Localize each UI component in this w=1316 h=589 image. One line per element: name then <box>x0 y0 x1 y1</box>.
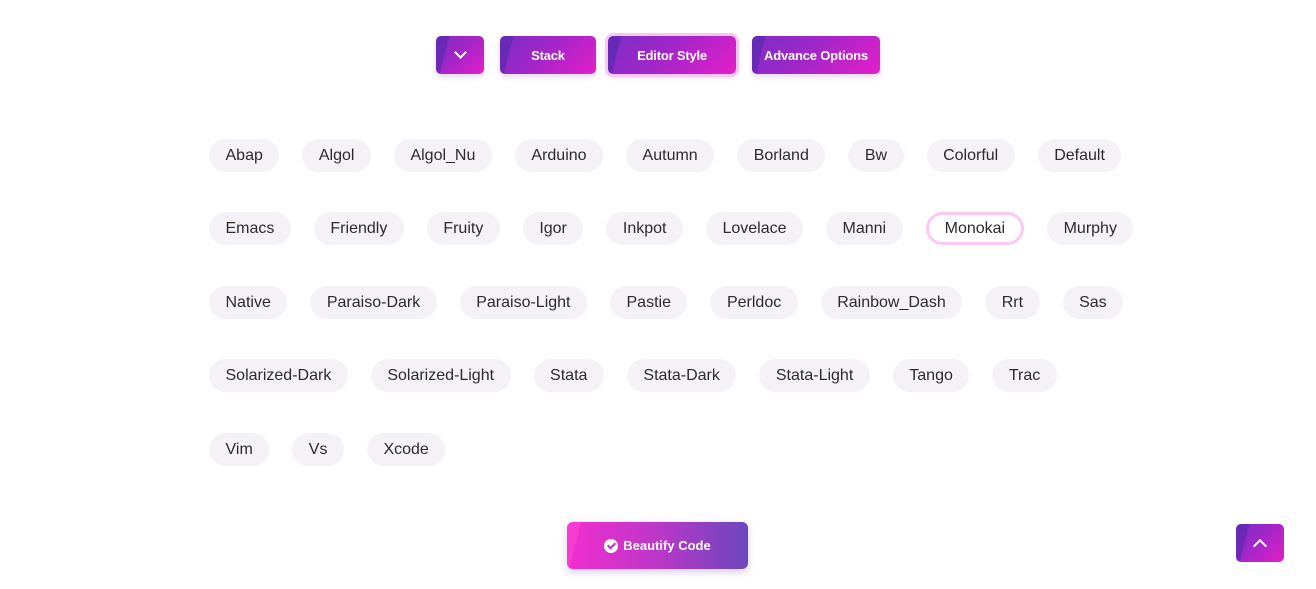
style-chip-stata[interactable]: Stata <box>533 359 604 393</box>
style-chip-pastie[interactable]: Pastie <box>610 285 688 319</box>
style-chip-stata-light[interactable]: Stata-Light <box>759 359 870 393</box>
editor-style-button-label: Editor Style <box>637 47 707 63</box>
stack-button-label: Stack <box>531 47 565 63</box>
style-chip-algol[interactable]: Algol <box>302 139 371 172</box>
style-chip-row: Native Paraiso-Dark Paraiso-Light Pastie Per… <box>209 285 1149 319</box>
style-chip-sas[interactable]: Sas <box>1062 285 1124 319</box>
beautify-code-label: Beautify Code <box>623 538 711 553</box>
scroll-to-top-button[interactable] <box>1236 524 1284 562</box>
style-chip-vs[interactable]: Vs <box>292 432 344 466</box>
chevron-up-icon <box>1252 538 1268 553</box>
style-chip-vim[interactable]: Vim <box>209 432 270 466</box>
style-chip-paraiso-light[interactable]: Paraiso-Light <box>459 285 587 319</box>
style-chip-row: Solarized-Dark Solarized-Light Stata Stata-… <box>209 359 1149 393</box>
style-chip-murphy[interactable]: Murphy <box>1047 212 1134 246</box>
style-chip-lovelace[interactable]: Lovelace <box>705 212 804 246</box>
editor-style-button[interactable]: Editor Style <box>605 33 739 77</box>
style-chip-inkpot[interactable]: Inkpot <box>606 212 683 246</box>
style-chip-paraiso-dark[interactable]: Paraiso-Dark <box>310 285 437 319</box>
style-chip-colorful[interactable]: Colorful <box>926 139 1015 172</box>
style-chip-abap[interactable]: Abap <box>209 139 280 172</box>
style-chip-emacs[interactable]: Emacs <box>209 212 291 246</box>
style-chip-xcode[interactable]: Xcode <box>366 432 446 466</box>
style-chip-native[interactable]: Native <box>209 285 288 319</box>
style-chip-monokai[interactable]: Monokai <box>925 212 1025 246</box>
style-chip-friendly[interactable]: Friendly <box>313 212 404 246</box>
style-chip-tango[interactable]: Tango <box>892 359 970 393</box>
check-circle-icon <box>604 538 619 553</box>
style-chip-trac[interactable]: Trac <box>992 359 1057 393</box>
style-chip-rainbow-dash[interactable]: Rainbow_Dash <box>820 285 963 319</box>
style-chip-fruity[interactable]: Fruity <box>426 212 500 246</box>
page: Stack Editor Style Advance Options Abap A… <box>0 0 1316 589</box>
chevron-down-icon <box>453 46 467 59</box>
editor-style-list: Abap Algol Algol_Nu Arduino Autumn Borland Bw C… <box>209 139 1149 506</box>
style-chip-stata-dark[interactable]: Stata-Dark <box>626 359 737 393</box>
style-chip-borland[interactable]: Borland <box>737 139 826 172</box>
style-chip-row: Emacs Friendly Fruity Igor Inkpot Lovelace Man… <box>209 212 1149 246</box>
style-chip-arduino[interactable]: Arduino <box>514 139 604 172</box>
style-chip-autumn[interactable]: Autumn <box>626 139 715 172</box>
style-chip-row: Abap Algol Algol_Nu Arduino Autumn Borland Bw C… <box>209 139 1149 172</box>
style-chip-bw[interactable]: Bw <box>848 139 904 172</box>
toggle-menu-button[interactable] <box>436 36 484 74</box>
style-chip-manni[interactable]: Manni <box>826 212 903 246</box>
advance-options-button[interactable]: Advance Options <box>752 36 880 74</box>
style-chip-rrt[interactable]: Rrt <box>985 285 1040 319</box>
toolbar: Stack Editor Style Advance Options <box>0 33 1316 77</box>
style-chip-solarized-dark[interactable]: Solarized-Dark <box>209 359 348 393</box>
style-chip-solarized-light[interactable]: Solarized-Light <box>370 359 511 393</box>
style-chip-default[interactable]: Default <box>1037 139 1122 172</box>
advance-options-button-label: Advance Options <box>764 47 868 63</box>
beautify-code-button[interactable]: Beautify Code <box>567 522 748 569</box>
stack-button[interactable]: Stack <box>500 36 596 74</box>
style-chip-algol-nu[interactable]: Algol_Nu <box>393 139 492 172</box>
style-chip-igor[interactable]: Igor <box>522 212 584 246</box>
style-chip-row: Vim Vs Xcode <box>209 432 1149 466</box>
style-chip-perldoc[interactable]: Perldoc <box>710 285 798 319</box>
